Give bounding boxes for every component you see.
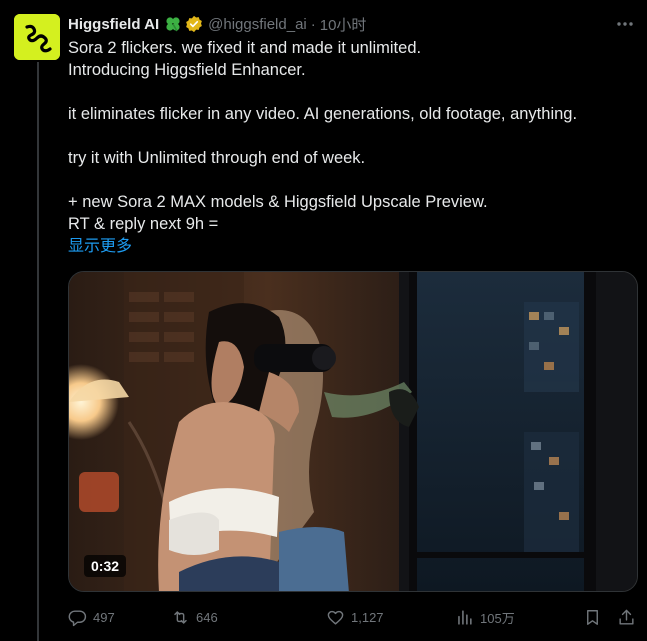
heart-icon (327, 610, 344, 625)
share-button[interactable] (617, 603, 636, 631)
retweet-count: 646 (196, 609, 218, 625)
author-handle[interactable]: @higgsfield_ai (208, 16, 307, 33)
tweet-text-gap (68, 81, 633, 103)
clover-icon (164, 15, 182, 33)
tweet-actions: 497 646 1,127 105万 (68, 603, 638, 631)
video-duration: 0:32 (84, 555, 127, 577)
avatar[interactable] (14, 14, 60, 60)
tweet-text-line: + new Sora 2 MAX models & Higgsfield Ups… (68, 193, 488, 211)
tweet-text-line: Introducing Higgsfield Enhancer. (68, 61, 306, 79)
tweet-text-line: Sora 2 flickers. we fixed it and made it… (68, 39, 422, 57)
tweet-body: Sora 2 flickers. we fixed it and made it… (68, 37, 633, 235)
tweet-text-line: RT & reply next 9h = (68, 215, 219, 233)
like-button[interactable]: 1,127 (326, 603, 384, 631)
views-button[interactable]: 105万 (455, 603, 515, 631)
like-count: 1,127 (351, 609, 384, 625)
show-more-link[interactable]: 显示更多 (68, 236, 132, 258)
bookmark-icon (587, 609, 598, 625)
thread-line (37, 62, 39, 641)
higgsfield-logo-icon (14, 14, 60, 60)
retweet-button[interactable]: 646 (171, 603, 218, 631)
bookmark-button[interactable] (583, 603, 602, 631)
analytics-icon (458, 609, 472, 625)
tweet-text-line: try it with Unlimited through end of wee… (68, 149, 366, 167)
video-player[interactable]: 0:32 (68, 271, 638, 592)
verified-badge-icon[interactable] (185, 15, 203, 33)
tweet-header: Higgsfield AI @higgsfield_ai · 10小时 (68, 13, 607, 35)
reply-count: 497 (93, 609, 115, 625)
tweet-text-gap (68, 169, 633, 191)
retweet-icon (174, 610, 187, 624)
more-icon (617, 22, 633, 26)
display-name[interactable]: Higgsfield AI (68, 16, 159, 33)
tweet-text-gap (68, 125, 633, 147)
reply-icon (68, 609, 87, 626)
header-separator: · (310, 15, 316, 33)
reply-button[interactable]: 497 (68, 603, 115, 631)
more-options-button[interactable] (615, 14, 635, 34)
tweet-text-line: it eliminates flicker in any video. AI g… (68, 105, 578, 123)
views-count: 105万 (480, 610, 515, 626)
video-thumbnail (69, 272, 637, 591)
timestamp[interactable]: 10小时 (320, 14, 367, 35)
share-icon (619, 609, 634, 625)
